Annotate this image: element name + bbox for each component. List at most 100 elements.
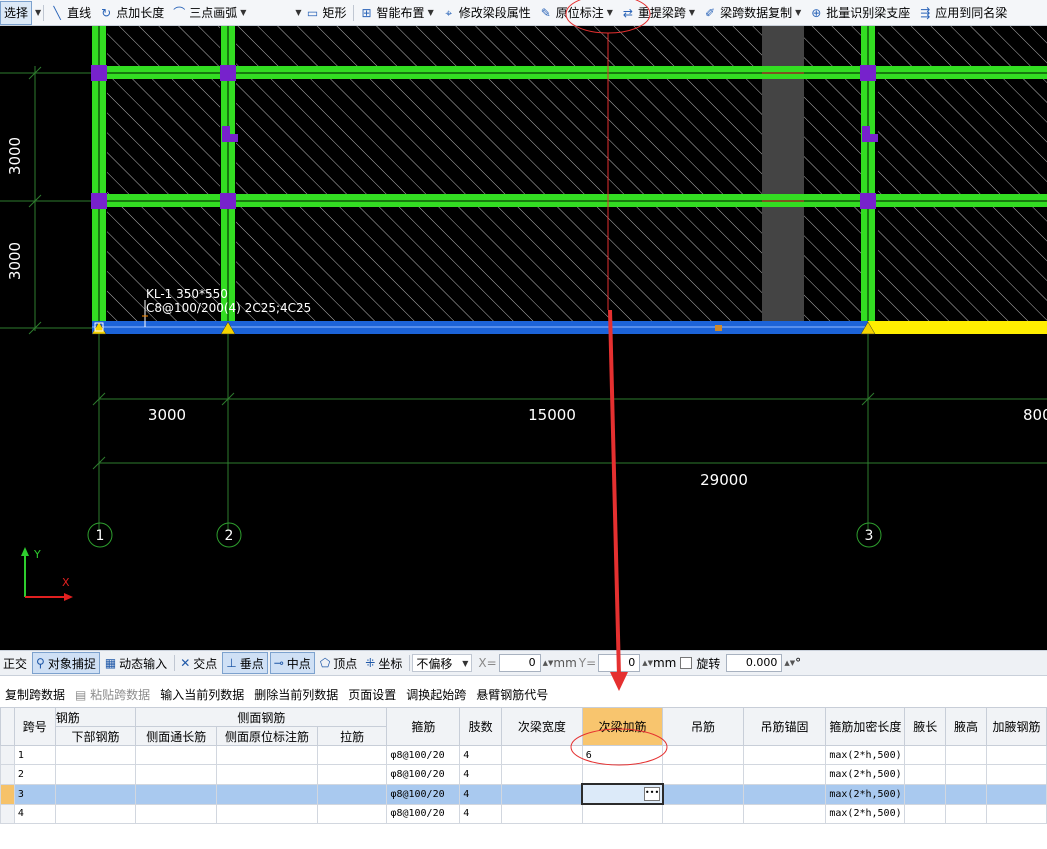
cell-stirrup[interactable]: φ8@100/20 — [386, 745, 461, 765]
cell-secondary-beam-width[interactable] — [501, 764, 583, 785]
cell-stirrup[interactable]: φ8@100/20 — [386, 783, 461, 805]
in-situ-annotation-button[interactable]: ✎ 原位标注 ▼ — [535, 2, 617, 24]
cell-bottom-rebar[interactable] — [54, 803, 137, 824]
cell-span-no[interactable]: 3 — [13, 783, 56, 805]
arc-dropdown-icon[interactable]: ▼ — [240, 8, 246, 17]
cell-haunch-height[interactable] — [945, 764, 987, 785]
y-input[interactable]: 0 — [598, 654, 641, 672]
span-copy-dropdown-icon[interactable]: ▼ — [795, 8, 801, 17]
col-haunch-length[interactable]: 腋长 — [904, 707, 947, 746]
cell-legs[interactable]: 4 — [459, 803, 503, 824]
intersection-snap[interactable]: ✕ 交点 — [177, 653, 220, 673]
col-haunch-height[interactable]: 腋高 — [945, 707, 987, 746]
cantilever-code-button[interactable]: 悬臂钢筋代号 — [471, 686, 553, 703]
row-indicator[interactable] — [0, 764, 15, 785]
table-row[interactable]: 1 φ8@100/20 4 6 max(2*h,500) — [0, 745, 1047, 765]
cell-haunch-rebar[interactable] — [985, 764, 1047, 785]
cell-stirrup-dense-length[interactable]: max(2*h,500) — [825, 803, 906, 824]
cell-secondary-beam-rebar[interactable] — [581, 764, 664, 785]
cell-secondary-beam-rebar[interactable]: 6 — [581, 745, 664, 765]
cell-haunch-height[interactable] — [945, 783, 987, 805]
cell-legs[interactable]: 4 — [459, 783, 503, 805]
col-stirrup-dense-length[interactable]: 箍筋加密长度 — [825, 707, 906, 746]
vertex-snap[interactable]: ⬠ 顶点 — [317, 653, 360, 673]
col-haunch-rebar[interactable]: 加腋钢筋 — [985, 707, 1047, 746]
cell-stirrup-dense-length[interactable]: max(2*h,500) — [825, 783, 906, 805]
offset-select[interactable]: 不偏移 ▼ — [412, 654, 473, 672]
ellipsis-button[interactable]: ••• — [643, 787, 660, 801]
smart-layout-button[interactable]: ⊞ 智能布置 ▼ — [356, 2, 438, 24]
col-secondary-beam-rebar[interactable]: 次梁加筋 — [581, 707, 664, 746]
cell-side-through[interactable] — [135, 803, 218, 824]
col-secondary-beam-width[interactable]: 次梁宽度 — [501, 707, 583, 746]
rotate-spin-icon[interactable]: ▲▼ — [784, 659, 795, 667]
cell-stirrup[interactable]: φ8@100/20 — [386, 764, 461, 785]
cell-haunch-length[interactable] — [904, 783, 947, 805]
x-input[interactable]: 0 — [498, 654, 541, 672]
perpendicular-snap[interactable]: ⊥ 垂点 — [222, 652, 268, 674]
cell-haunch-rebar[interactable] — [985, 783, 1047, 805]
select-dropdown-icon[interactable]: ▼ — [35, 8, 41, 17]
cell-secondary-beam-width[interactable] — [501, 783, 583, 805]
cell-secondary-beam-rebar[interactable] — [581, 803, 664, 824]
cell-secondary-beam-rebar-active[interactable]: ••• — [581, 783, 664, 805]
col-span-no[interactable]: 跨号 — [13, 707, 56, 746]
coordinate-snap[interactable]: ⁜ 坐标 — [362, 653, 405, 673]
col-stirrup[interactable]: 箍筋 — [386, 707, 461, 746]
cell-hanger[interactable] — [662, 764, 744, 785]
cell-legs[interactable]: 4 — [459, 745, 503, 765]
cell-hanger-anchor[interactable] — [742, 745, 827, 765]
cell-haunch-length[interactable] — [904, 803, 947, 824]
three-point-arc-button[interactable]: ⌒ 三点画弧 ▼ — [168, 2, 250, 24]
cell-stirrup[interactable]: φ8@100/20 — [386, 803, 461, 824]
table-row[interactable]: 4 φ8@100/20 4 max(2*h,500) — [0, 803, 1047, 824]
smart-layout-dropdown-icon[interactable]: ▼ — [428, 8, 434, 17]
cell-side-through[interactable] — [135, 764, 218, 785]
cell-tie-bar[interactable] — [316, 783, 388, 805]
adjust-start-span-button[interactable]: 调换起始跨 — [401, 686, 471, 703]
cell-tie-bar[interactable] — [316, 745, 388, 765]
re-extract-span-button[interactable]: ⇄ 重提梁跨 ▼ — [617, 2, 699, 24]
col-side-through[interactable]: 侧面通长筋 — [135, 726, 218, 746]
cell-secondary-beam-width[interactable] — [501, 803, 583, 824]
cell-haunch-rebar[interactable] — [985, 745, 1047, 765]
cell-haunch-height[interactable] — [945, 745, 987, 765]
cell-stirrup-dense-length[interactable]: max(2*h,500) — [825, 745, 906, 765]
beam-grip[interactable] — [715, 325, 722, 331]
cell-span-no[interactable]: 2 — [13, 764, 56, 785]
midpoint-snap[interactable]: ⊸ 中点 — [269, 652, 315, 674]
row-indicator[interactable] — [0, 783, 15, 805]
batch-identify-button[interactable]: ⊕ 批量识别梁支座 — [805, 2, 914, 24]
col-bottom-rebar[interactable]: 下部钢筋 — [54, 726, 137, 746]
paste-span-data-button[interactable]: ▤ 粘贴跨数据 — [70, 686, 155, 703]
col-hanger[interactable]: 吊筋 — [662, 707, 744, 746]
cell-stirrup-dense-length[interactable]: max(2*h,500) — [825, 764, 906, 785]
cell-legs[interactable]: 4 — [459, 764, 503, 785]
cell-tie-bar[interactable] — [316, 764, 388, 785]
cell-bottom-rebar[interactable] — [54, 783, 137, 805]
ortho-toggle[interactable]: 正交 — [0, 653, 30, 673]
cell-hanger-anchor[interactable] — [742, 783, 827, 805]
x-spin-icon[interactable]: ▲▼ — [543, 659, 554, 667]
cell-side-in-situ[interactable] — [216, 745, 318, 765]
input-current-column-button[interactable]: 输入当前列数据 — [155, 686, 249, 703]
cell-span-no[interactable]: 4 — [13, 803, 56, 824]
apply-same-name-button[interactable]: ⇶ 应用到同名梁 — [914, 2, 1011, 24]
page-setup-button[interactable]: 页面设置 — [343, 686, 401, 703]
annotation-dropdown-icon[interactable]: ▼ — [607, 8, 613, 17]
delete-current-column-button[interactable]: 删除当前列数据 — [249, 686, 343, 703]
cell-hanger[interactable] — [662, 803, 744, 824]
cell-span-no[interactable]: 1 — [13, 745, 56, 765]
row-indicator[interactable] — [0, 803, 15, 824]
dynamic-input-toggle[interactable]: ▦ 动态输入 — [102, 653, 170, 673]
copy-span-data-button[interactable]: 复制跨数据 — [0, 686, 70, 703]
cell-hanger[interactable] — [662, 783, 744, 805]
point-length-button[interactable]: ↻ 点加长度 — [95, 2, 168, 24]
col-hanger-anchor[interactable]: 吊筋锚固 — [742, 707, 827, 746]
table-row[interactable]: 2 φ8@100/20 4 max(2*h,500) — [0, 764, 1047, 785]
cell-bottom-rebar[interactable] — [54, 745, 137, 765]
col-side-in-situ[interactable]: 侧面原位标注筋 — [216, 726, 318, 746]
select-button[interactable]: 选择 — [0, 0, 33, 25]
cell-hanger[interactable] — [662, 745, 744, 765]
cell-side-in-situ[interactable] — [216, 803, 318, 824]
